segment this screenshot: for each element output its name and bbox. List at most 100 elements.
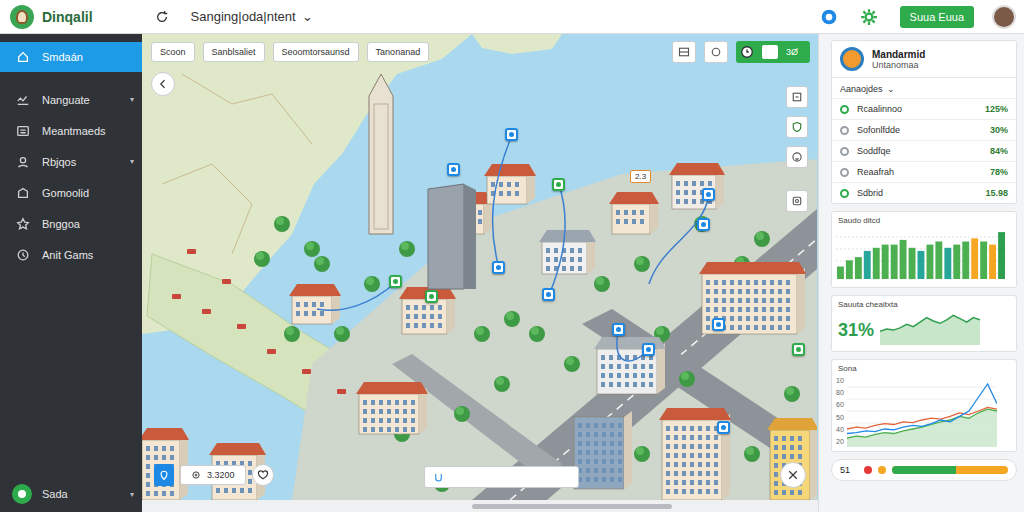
chart-bar	[935, 242, 942, 280]
map-pin-icon[interactable]	[612, 323, 625, 336]
sidebar-label: Nanguate	[42, 94, 118, 106]
chart-title: Saudo ditcd	[832, 212, 1016, 225]
stat-card: Sauuta cheaitxta 31%	[831, 295, 1017, 352]
chart-title: Sona	[832, 360, 1016, 373]
list-title-text: Aanaojdes	[840, 84, 883, 94]
sidebar-footer[interactable]: Sada▾	[0, 476, 142, 512]
filter-chip[interactable]: Scoon	[151, 42, 195, 62]
map-scrollbar[interactable]	[142, 500, 818, 512]
sidebar-label: Anit Gams	[42, 249, 118, 261]
stat-value: 125%	[985, 104, 1008, 114]
chart-bar	[989, 245, 996, 279]
shield-button[interactable]	[786, 116, 808, 138]
map-canvas	[142, 34, 817, 500]
map-action-label: 3Ø	[786, 47, 798, 57]
sidebar-item[interactable]: Gomoolid▾	[0, 177, 142, 208]
header-button[interactable]: Suua Euua	[900, 6, 974, 28]
status-icon	[820, 8, 838, 26]
filter-chip[interactable]: Seoomtorsaunsd	[273, 42, 359, 62]
sidebar-item[interactable]: Nanguate▾	[0, 84, 142, 115]
face-button[interactable]	[786, 146, 808, 168]
locate-button[interactable]	[786, 190, 808, 212]
stat-big-value: 31%	[838, 320, 874, 341]
sidebar-item[interactable]: Rbjqos▾	[0, 146, 142, 177]
brand-logo-icon	[840, 47, 864, 71]
bar-chart	[836, 227, 1014, 283]
status-dot	[840, 168, 849, 177]
map-pin-icon[interactable]	[425, 290, 438, 303]
stat-row[interactable]: Rcaalinnoo125%	[832, 98, 1016, 119]
app-name: Dinqalil	[42, 9, 93, 25]
sidebar-label: Bnggoa	[42, 218, 118, 230]
legend-dot	[864, 466, 872, 474]
filter-chip[interactable]: Sanblsaliet	[203, 42, 265, 62]
map-pin-icon[interactable]	[552, 178, 565, 191]
map-pin-icon[interactable]	[447, 163, 460, 176]
project-selector[interactable]: Sanging|oda|ntent⌄	[191, 9, 313, 24]
chart-bar	[873, 248, 880, 279]
map-pin-icon[interactable]	[717, 421, 730, 434]
y-tick: 80	[836, 389, 844, 396]
map-action-button[interactable]: 3Ø	[736, 41, 810, 63]
stat-value: 15.98	[985, 188, 1008, 198]
layers-button[interactable]	[704, 41, 728, 63]
map-pin-icon[interactable]	[792, 343, 805, 356]
y-tick: 10	[836, 377, 844, 384]
menu-icon	[16, 217, 30, 231]
project-name: Sanging|oda|ntent	[191, 9, 296, 24]
stat-value: 84%	[990, 146, 1008, 156]
chart-bar	[864, 251, 871, 279]
heart-icon	[257, 469, 269, 481]
stats-panel: MandarmidUntanomaaAanaojdes⌄Rcaalinnoo12…	[818, 34, 1024, 512]
zoom-button[interactable]	[786, 86, 808, 108]
layout-button[interactable]	[672, 41, 696, 63]
sidebar-item[interactable]: Smdaán▾	[0, 42, 142, 72]
sidebar-item[interactable]: Anit Gams▾	[0, 239, 142, 270]
map-pin-icon[interactable]	[712, 318, 725, 331]
menu-icon	[16, 248, 30, 262]
filter-chip[interactable]: Tanonanad	[367, 42, 430, 62]
close-button[interactable]	[780, 462, 806, 488]
map-pin-icon[interactable]	[642, 343, 655, 356]
sidebar-item[interactable]: Bnggoa▾	[0, 208, 142, 239]
map[interactable]: 2.3ScoonSanblsalietSeoomtorsaunsdTanonan…	[142, 34, 818, 500]
sparkline	[880, 313, 980, 347]
stat-row[interactable]: Sdbrid15.98	[832, 182, 1016, 203]
chart-bar	[962, 242, 969, 280]
back-button[interactable]	[151, 72, 175, 96]
stat-row[interactable]: Reaafrah78%	[832, 161, 1016, 182]
stat-row[interactable]: Soddfqe84%	[832, 140, 1016, 161]
stat-title: Sauuta cheaitxta	[832, 296, 1016, 309]
chart-bar	[998, 232, 1005, 279]
map-pin-icon[interactable]	[542, 288, 555, 301]
menu-icon	[16, 93, 30, 107]
list-title[interactable]: Aanaojdes⌄	[832, 78, 1016, 98]
map-pin-icon[interactable]	[702, 188, 715, 201]
legend-bar: 51	[831, 459, 1017, 481]
chart-bar	[855, 257, 862, 279]
top-bar: Dinqalil Sanging|oda|ntent⌄ Suua Euua	[0, 0, 1024, 34]
user-avatar-icon[interactable]	[992, 5, 1016, 29]
scale-field[interactable]: 3.3200	[180, 465, 246, 485]
stat-row[interactable]: Sofonlfdde30%	[832, 119, 1016, 140]
sparkline-line	[880, 315, 980, 331]
y-tick: 60	[836, 401, 844, 408]
chart-bar	[837, 267, 844, 280]
app-logo-icon	[10, 5, 34, 29]
chart-bar	[909, 248, 916, 279]
face-icon	[791, 151, 803, 163]
shield-icon	[433, 472, 444, 483]
arrow-left-icon	[157, 78, 169, 90]
close-icon	[787, 469, 799, 481]
scale-value: 3.3200	[207, 470, 235, 480]
zoom-icon	[791, 91, 803, 103]
map-pin-icon[interactable]	[697, 218, 710, 231]
chart-bar	[882, 245, 889, 279]
map-pin-icon[interactable]	[505, 128, 518, 141]
map-search[interactable]	[424, 466, 579, 488]
map-pin-icon[interactable]	[492, 261, 505, 274]
y-tick: 20	[836, 438, 844, 445]
heart-button[interactable]	[252, 464, 274, 486]
sidebar-item[interactable]: Meantmaeds▾	[0, 115, 142, 146]
map-pin-icon[interactable]	[389, 275, 402, 288]
